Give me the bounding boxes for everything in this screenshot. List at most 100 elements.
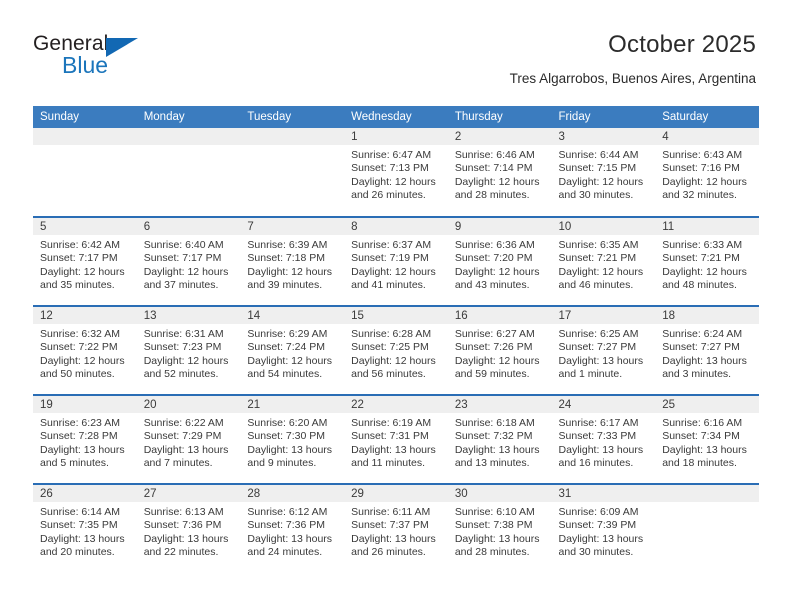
sunset-text: Sunset: 7:27 PM	[558, 341, 637, 354]
weekday-header-friday: Friday	[551, 106, 656, 128]
day-details: Sunrise: 6:17 AM Sunset: 7:33 PM Daylight:…	[552, 413, 656, 471]
weekday-header-tuesday: Tuesday	[240, 106, 345, 128]
day-details: Sunrise: 6:25 AM Sunset: 7:27 PM Daylight:…	[552, 324, 656, 382]
sunrise-text: Sunrise: 6:11 AM	[351, 506, 431, 518]
day-details: Sunrise: 6:14 AM Sunset: 7:35 PM Daylight:…	[33, 502, 137, 560]
calendar-day-cell[interactable]: 25 Sunrise: 6:16 AM Sunset: 7:34 PM Dayligh…	[655, 394, 759, 484]
calendar-day-cell[interactable]: 28 Sunrise: 6:12 AM Sunset: 7:36 PM Dayligh…	[240, 483, 345, 573]
calendar-day-cell[interactable]: 24 Sunrise: 6:17 AM Sunset: 7:33 PM Dayligh…	[551, 394, 656, 484]
daylight-text-line2: and 22 minutes.	[143, 546, 219, 559]
day-details: Sunrise: 6:46 AM Sunset: 7:14 PM Daylight:…	[448, 145, 552, 203]
day-number	[240, 128, 345, 145]
calendar-day-cell[interactable]: 20 Sunrise: 6:22 AM Sunset: 7:29 PM Dayligh…	[136, 394, 241, 484]
sunset-text: Sunset: 7:19 PM	[351, 252, 429, 265]
sunrise-text: Sunrise: 6:25 AM	[558, 328, 639, 340]
day-details: Sunrise: 6:39 AM Sunset: 7:18 PM Daylight:…	[240, 235, 344, 293]
daylight-text-line2: and 30 minutes.	[558, 189, 634, 202]
daylight-text-line1: Daylight: 12 hours	[558, 175, 644, 188]
day-number: 23	[447, 396, 552, 413]
daylight-text-line2: and 20 minutes.	[40, 546, 115, 559]
calendar-day-cell[interactable]: 7 Sunrise: 6:39 AM Sunset: 7:18 PM Daylight…	[240, 216, 345, 306]
day-number: 27	[136, 485, 241, 502]
sunrise-text: Sunrise: 6:09 AM	[558, 506, 639, 518]
day-details: Sunrise: 6:47 AM Sunset: 7:13 PM Daylight:…	[344, 145, 448, 203]
calendar-day-cell[interactable]: 10 Sunrise: 6:35 AM Sunset: 7:21 PM Dayligh…	[551, 216, 656, 306]
sunset-text: Sunset: 7:18 PM	[247, 252, 326, 265]
sunrise-text: Sunrise: 6:44 AM	[558, 149, 639, 161]
day-details: Sunrise: 6:42 AM Sunset: 7:17 PM Daylight:…	[33, 235, 137, 293]
day-details: Sunrise: 6:31 AM Sunset: 7:23 PM Daylight:…	[137, 324, 241, 382]
calendar-day-cell[interactable]: 22 Sunrise: 6:19 AM Sunset: 7:31 PM Dayligh…	[344, 394, 448, 484]
daylight-text-line2: and 16 minutes.	[558, 457, 634, 470]
calendar-header-row: Sunday Monday Tuesday Wednesday Thursday Frid…	[33, 106, 759, 128]
sunset-text: Sunset: 7:38 PM	[454, 519, 533, 532]
daylight-text-line1: Daylight: 13 hours	[247, 443, 333, 456]
calendar-day-cell[interactable]: 31 Sunrise: 6:09 AM Sunset: 7:39 PM Dayligh…	[551, 483, 656, 573]
sunset-text: Sunset: 7:25 PM	[351, 341, 429, 354]
sunset-text: Sunset: 7:22 PM	[40, 341, 118, 354]
weekday-header-wednesday: Wednesday	[344, 106, 448, 128]
daylight-text-line1: Daylight: 13 hours	[662, 354, 747, 367]
calendar-day-cell[interactable]: 17 Sunrise: 6:25 AM Sunset: 7:27 PM Dayligh…	[551, 305, 656, 395]
daylight-text-line2: and 52 minutes.	[143, 368, 219, 381]
day-number: 18	[655, 307, 759, 324]
day-details: Sunrise: 6:09 AM Sunset: 7:39 PM Daylight:…	[552, 502, 656, 560]
daylight-text-line1: Daylight: 12 hours	[454, 354, 540, 367]
general-blue-logo[interactable]: General Blue	[33, 32, 163, 82]
calendar-day-cell[interactable]: 9 Sunrise: 6:36 AM Sunset: 7:20 PM Daylight…	[447, 216, 552, 306]
calendar-day-cell[interactable]: 5 Sunrise: 6:42 AM Sunset: 7:17 PM Daylight…	[33, 216, 137, 306]
day-details: Sunrise: 6:16 AM Sunset: 7:34 PM Daylight:…	[655, 413, 759, 471]
sunrise-text: Sunrise: 6:20 AM	[247, 417, 328, 429]
calendar-day-cell[interactable]: 19 Sunrise: 6:23 AM Sunset: 7:28 PM Dayligh…	[33, 394, 137, 484]
sunrise-text: Sunrise: 6:14 AM	[40, 506, 120, 518]
daylight-text-line1: Daylight: 13 hours	[558, 443, 644, 456]
day-number	[33, 128, 137, 145]
daylight-text-line1: Daylight: 12 hours	[40, 354, 125, 367]
calendar-day-cell[interactable]: 21 Sunrise: 6:20 AM Sunset: 7:30 PM Dayligh…	[240, 394, 345, 484]
day-details: Sunrise: 6:23 AM Sunset: 7:28 PM Daylight:…	[33, 413, 137, 471]
weekday-header-monday: Monday	[136, 106, 241, 128]
calendar-day-cell[interactable]: 6 Sunrise: 6:40 AM Sunset: 7:17 PM Daylight…	[136, 216, 241, 306]
daylight-text-line2: and 28 minutes.	[454, 189, 530, 202]
calendar-day-cell[interactable]: 27 Sunrise: 6:13 AM Sunset: 7:36 PM Dayligh…	[136, 483, 241, 573]
calendar-day-cell[interactable]: 16 Sunrise: 6:27 AM Sunset: 7:26 PM Dayligh…	[447, 305, 552, 395]
day-details: Sunrise: 6:43 AM Sunset: 7:16 PM Daylight:…	[655, 145, 759, 203]
calendar-day-cell[interactable]: 29 Sunrise: 6:11 AM Sunset: 7:37 PM Dayligh…	[344, 483, 448, 573]
calendar-day-cell[interactable]: 14 Sunrise: 6:29 AM Sunset: 7:24 PM Dayligh…	[240, 305, 345, 395]
day-number: 13	[136, 307, 241, 324]
day-number: 3	[551, 128, 656, 145]
daylight-text-line2: and 11 minutes.	[351, 457, 426, 470]
calendar-day-cell[interactable]: 30 Sunrise: 6:10 AM Sunset: 7:38 PM Dayligh…	[447, 483, 552, 573]
calendar-day-cell[interactable]: 15 Sunrise: 6:28 AM Sunset: 7:25 PM Dayligh…	[344, 305, 448, 395]
calendar-day-cell[interactable]: 13 Sunrise: 6:31 AM Sunset: 7:23 PM Dayligh…	[136, 305, 241, 395]
sunrise-text: Sunrise: 6:17 AM	[558, 417, 639, 429]
day-number: 29	[344, 485, 448, 502]
calendar-day-cell[interactable]: 3 Sunrise: 6:44 AM Sunset: 7:15 PM Daylight…	[551, 128, 656, 217]
calendar-day-cell[interactable]: 1 Sunrise: 6:47 AM Sunset: 7:13 PM Daylight…	[344, 128, 448, 217]
calendar-page: General Blue October 2025 Tres Algarrobo…	[0, 0, 792, 612]
calendar-week-row: 5 Sunrise: 6:42 AM Sunset: 7:17 PM Daylight…	[33, 216, 759, 306]
daylight-text-line2: and 28 minutes.	[454, 546, 530, 559]
calendar-day-cell[interactable]: 4 Sunrise: 6:43 AM Sunset: 7:16 PM Daylight…	[655, 128, 759, 217]
calendar-day-cell[interactable]: 26 Sunrise: 6:14 AM Sunset: 7:35 PM Dayligh…	[33, 483, 137, 573]
daylight-text-line1: Daylight: 12 hours	[143, 265, 229, 278]
calendar-day-cell[interactable]: 12 Sunrise: 6:32 AM Sunset: 7:22 PM Dayligh…	[33, 305, 137, 395]
calendar-day-cell[interactable]: 2 Sunrise: 6:46 AM Sunset: 7:14 PM Daylight…	[447, 128, 552, 217]
calendar-day-cell[interactable]: 11 Sunrise: 6:33 AM Sunset: 7:21 PM Dayligh…	[655, 216, 759, 306]
daylight-text-line2: and 37 minutes.	[143, 279, 219, 292]
daylight-text-line1: Daylight: 13 hours	[351, 443, 436, 456]
sunset-text: Sunset: 7:32 PM	[454, 430, 533, 443]
calendar-day-cell[interactable]: 23 Sunrise: 6:18 AM Sunset: 7:32 PM Dayligh…	[447, 394, 552, 484]
sunrise-text: Sunrise: 6:12 AM	[247, 506, 328, 518]
day-number: 30	[447, 485, 552, 502]
calendar-day-cell[interactable]: 8 Sunrise: 6:37 AM Sunset: 7:19 PM Daylight…	[344, 216, 448, 306]
calendar-day-cell[interactable]: 18 Sunrise: 6:24 AM Sunset: 7:27 PM Dayligh…	[655, 305, 759, 395]
day-details: Sunrise: 6:33 AM Sunset: 7:21 PM Daylight:…	[655, 235, 759, 293]
daylight-text-line1: Daylight: 12 hours	[351, 265, 436, 278]
daylight-text-line1: Daylight: 13 hours	[454, 532, 540, 545]
daylight-text-line1: Daylight: 12 hours	[247, 354, 333, 367]
daylight-text-line2: and 7 minutes.	[143, 457, 213, 470]
day-number: 12	[33, 307, 137, 324]
sunrise-text: Sunrise: 6:16 AM	[662, 417, 743, 429]
daylight-text-line2: and 9 minutes.	[247, 457, 317, 470]
